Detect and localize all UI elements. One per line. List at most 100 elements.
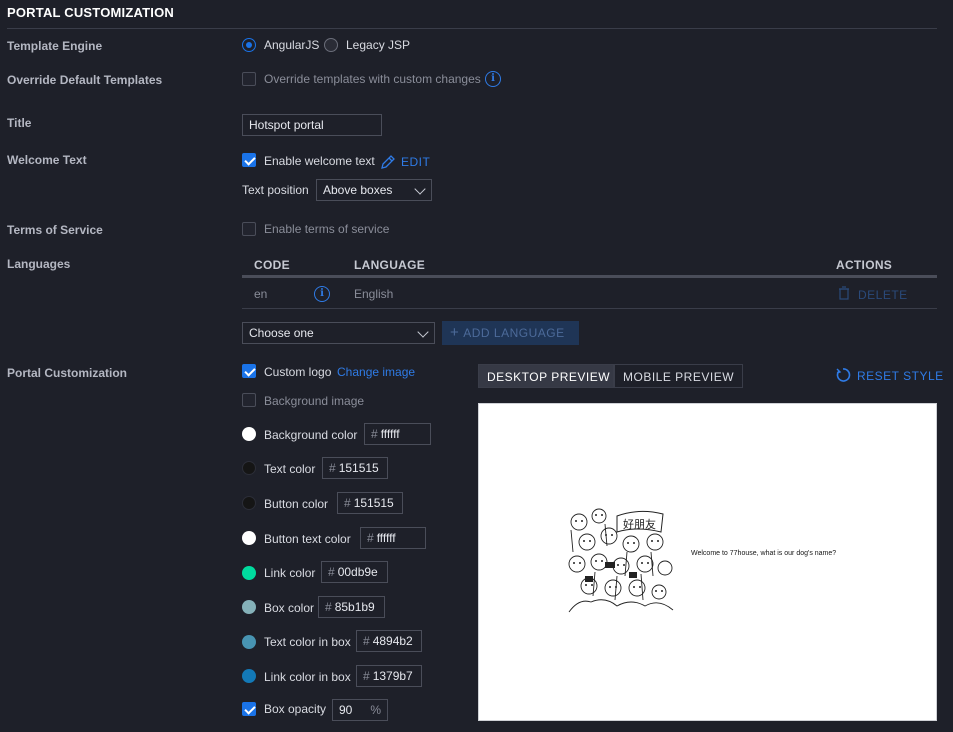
link-color-in-box-hex: 1379b7 [372, 669, 413, 683]
text-color-in-box-input[interactable]: #4894b2 [356, 630, 422, 652]
add-language-button[interactable]: + ADD LANGUAGE [442, 321, 579, 345]
text-color-hex: 151515 [338, 461, 379, 475]
text-color-swatch[interactable] [242, 461, 256, 475]
language-select[interactable]: Choose one [242, 322, 435, 344]
portal-logo-image: 好朋友 [565, 502, 677, 614]
edit-welcome-button[interactable]: EDIT [401, 155, 430, 169]
radio-angularjs-label[interactable]: AngularJS [264, 38, 319, 52]
percent-unit: % [370, 703, 381, 717]
delete-language-button[interactable]: DELETE [858, 288, 908, 302]
title-label: Title [7, 116, 32, 130]
terms-of-service-checkbox[interactable] [242, 222, 256, 236]
custom-logo-label[interactable]: Custom logo [264, 365, 331, 379]
change-image-link[interactable]: Change image [337, 365, 415, 379]
link-color-input[interactable]: #00db9e [321, 561, 388, 583]
link-color-in-box-label: Link color in box [264, 670, 351, 684]
template-engine-label: Template Engine [7, 39, 103, 53]
link-color-swatch[interactable] [242, 566, 256, 580]
text-color-in-box-swatch[interactable] [242, 635, 256, 649]
button-text-color-hex: ffffff [376, 531, 396, 545]
link-color-in-box-input[interactable]: #1379b7 [356, 665, 422, 687]
link-color-hex: 00db9e [337, 565, 378, 579]
button-text-color-swatch[interactable] [242, 531, 256, 545]
info-icon[interactable]: i [314, 286, 330, 302]
language-name-cell: English [354, 287, 394, 301]
custom-logo-checkbox[interactable] [242, 364, 256, 378]
terms-of-service-checkbox-label[interactable]: Enable terms of service [264, 222, 389, 236]
link-color-label: Link color [264, 566, 316, 580]
hash-symbol: # [325, 600, 332, 614]
box-color-hex: 85b1b9 [334, 600, 375, 614]
text-position-value: Above boxes [323, 183, 393, 197]
box-opacity-input[interactable]: 90 % [332, 699, 388, 721]
tab-mobile-preview[interactable]: MOBILE PREVIEW [614, 364, 743, 388]
button-color-hex: 151515 [353, 496, 394, 510]
hash-symbol: # [363, 634, 370, 648]
hash-symbol: # [329, 461, 336, 475]
column-header-code: CODE [254, 258, 290, 272]
radio-angularjs[interactable] [242, 38, 256, 52]
override-templates-label: Override Default Templates [7, 73, 163, 87]
radio-legacy-jsp[interactable] [324, 38, 338, 52]
languages-label: Languages [7, 257, 71, 271]
background-color-label: Background color [264, 428, 358, 442]
portal-customization-label: Portal Customization [7, 366, 128, 380]
hash-symbol: # [344, 496, 351, 510]
box-opacity-checkbox[interactable] [242, 702, 256, 716]
box-color-label: Box color [264, 601, 315, 615]
chevron-down-icon [414, 183, 426, 195]
box-color-input[interactable]: #85b1b9 [318, 596, 385, 618]
background-color-hex: ffffff [380, 427, 400, 441]
desktop-preview-frame: 好朋友 Welcome to 77house, what is our dog'… [478, 403, 937, 721]
button-color-input[interactable]: #151515 [337, 492, 403, 514]
background-color-swatch[interactable] [242, 427, 256, 441]
background-image-label[interactable]: Background image [264, 394, 364, 408]
text-color-in-box-label: Text color in box [264, 635, 351, 649]
add-language-label: ADD LANGUAGE [463, 326, 565, 340]
preview-welcome-text: Welcome to 77house, what is our dog's na… [691, 550, 837, 557]
radio-legacy-jsp-label[interactable]: Legacy JSP [346, 38, 410, 52]
background-image-checkbox[interactable] [242, 393, 256, 407]
link-color-in-box-swatch[interactable] [242, 669, 256, 683]
welcome-text-label: Welcome Text [7, 153, 87, 167]
text-position-label: Text position [242, 183, 309, 197]
text-position-select[interactable]: Above boxes [316, 179, 432, 201]
title-divider [7, 28, 937, 29]
terms-of-service-label: Terms of Service [7, 223, 103, 237]
box-opacity-value: 90 [339, 703, 353, 717]
plus-icon: + [450, 324, 460, 341]
page-title: PORTAL CUSTOMIZATION [7, 5, 174, 20]
title-input[interactable]: Hotspot portal [242, 114, 382, 136]
language-select-value: Choose one [249, 326, 314, 340]
box-opacity-label[interactable]: Box opacity [264, 702, 326, 716]
button-text-color-input[interactable]: # ffffff [360, 527, 426, 549]
override-templates-checkbox-label[interactable]: Override templates with custom changes [264, 72, 481, 86]
edit-pencil-icon[interactable] [380, 154, 396, 170]
hash-symbol: # [363, 669, 370, 683]
hash-symbol: # [328, 565, 335, 579]
text-color-in-box-hex: 4894b2 [372, 634, 413, 648]
column-header-language: LANGUAGE [354, 258, 426, 272]
reset-icon[interactable] [835, 367, 851, 383]
text-color-label: Text color [264, 462, 316, 476]
override-templates-checkbox[interactable] [242, 72, 256, 86]
box-color-swatch[interactable] [242, 600, 256, 614]
column-header-actions: ACTIONS [836, 258, 893, 272]
chevron-down-icon [417, 326, 429, 338]
logo-banner-text: 好朋友 [623, 517, 656, 531]
info-icon[interactable]: i [485, 71, 501, 87]
reset-style-button[interactable]: RESET STYLE [857, 369, 944, 383]
button-color-swatch[interactable] [242, 496, 256, 510]
tab-desktop-preview[interactable]: DESKTOP PREVIEW [478, 364, 614, 388]
button-text-color-label: Button text color [264, 532, 351, 546]
background-color-input[interactable]: # ffffff [364, 423, 431, 445]
trash-icon[interactable] [838, 286, 850, 300]
hash-symbol: # [367, 531, 374, 545]
text-color-input[interactable]: #151515 [322, 457, 388, 479]
welcome-text-checkbox[interactable] [242, 153, 256, 167]
welcome-text-checkbox-label[interactable]: Enable welcome text [264, 154, 375, 168]
hash-symbol: # [371, 427, 378, 441]
table-row-divider [242, 308, 937, 309]
button-color-label: Button color [264, 497, 329, 511]
table-header-rule [242, 275, 937, 278]
